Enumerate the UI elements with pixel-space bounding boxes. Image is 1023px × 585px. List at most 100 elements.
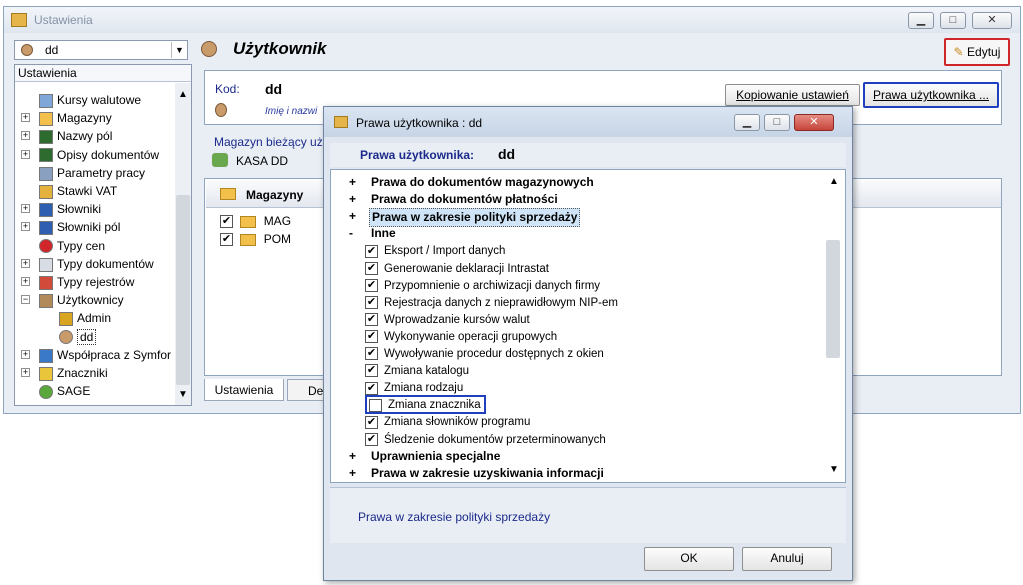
tree-item[interactable]: + Typy rejestrów — [15, 273, 175, 291]
expand-icon[interactable]: + — [349, 174, 356, 191]
tree-item[interactable]: Stawki VAT — [15, 182, 175, 200]
expand-toggle[interactable]: + — [21, 277, 30, 286]
checkbox[interactable]: ✔ — [365, 381, 378, 395]
expand-icon[interactable]: + — [349, 465, 356, 482]
tree-item[interactable]: Typy cen — [15, 237, 175, 255]
expand-icon[interactable]: + — [349, 208, 356, 225]
tree-item-label: Nazwy pól — [57, 129, 113, 144]
highlight-box: Zmiana znacznika — [365, 395, 486, 415]
checkbox[interactable]: ✔ — [365, 415, 378, 429]
tree-item-label: Słowniki — [57, 202, 102, 217]
scroll-down-arrow[interactable]: ▼ — [829, 464, 839, 475]
tree-item[interactable]: − Użytkownicy — [15, 291, 175, 309]
name-field-placeholder[interactable]: Imię i nazwi — [265, 106, 317, 117]
chevron-down-icon[interactable]: ▼ — [171, 42, 187, 58]
copy-settings-button[interactable]: Kopiowanie ustawień — [725, 84, 860, 106]
rights-item-label: Wywoływanie procedur dostępnych z okien — [384, 348, 604, 360]
scroll-thumb[interactable] — [826, 240, 840, 358]
collapse-icon[interactable]: - — [349, 225, 353, 242]
description-box: Prawa w zakresie polityki sprzedaży — [330, 487, 846, 543]
user-rights-dialog: Prawa użytkownika : dd ▁ □ ✕ Prawa użytk… — [323, 106, 853, 581]
tree-item[interactable]: Kursy walutowe — [15, 91, 175, 109]
tree-item[interactable]: + Nazwy pól — [15, 127, 175, 145]
tree-scrollbar[interactable]: ▲ ▼ — [175, 83, 191, 405]
scroll-thumb[interactable] — [176, 195, 190, 385]
tree-item-label: Opisy dokumentów — [57, 147, 160, 162]
warehouse-row[interactable]: ✔ MAG — [220, 214, 291, 229]
checkbox[interactable]: ✔ — [365, 347, 378, 361]
expand-toggle[interactable]: + — [21, 349, 30, 359]
computer-icon — [39, 166, 53, 181]
expand-icon[interactable]: + — [349, 448, 356, 465]
user-rights-button[interactable]: Prawa użytkownika ... — [863, 82, 999, 108]
minimize-button[interactable]: ▁ — [908, 12, 934, 29]
tree-item[interactable]: SAGE — [15, 382, 175, 400]
tree-item[interactable]: + Współpraca z Symfor — [15, 346, 175, 364]
scroll-up-arrow[interactable]: ▲ — [829, 176, 839, 187]
expand-toggle[interactable]: + — [21, 149, 30, 159]
rights-group-label: Uprawnienia specjalne — [371, 448, 501, 463]
tree-item[interactable]: + Opisy dokumentów — [15, 146, 175, 164]
warehouse-label: Magazyn bieżący użyt — [214, 135, 333, 149]
tree-item[interactable]: + Magazyny — [15, 109, 175, 127]
tab-ustawienia[interactable]: Ustawienia — [204, 379, 284, 401]
key-icon — [59, 312, 73, 327]
tree-item[interactable]: + Słowniki — [15, 200, 175, 218]
user-icon — [21, 44, 33, 56]
expand-toggle[interactable]: + — [21, 113, 30, 123]
az-icon — [39, 148, 53, 163]
expand-toggle[interactable]: + — [21, 258, 30, 268]
close-button[interactable]: ✕ — [794, 114, 834, 131]
rights-scrollbar[interactable]: ▲ ▼ — [823, 170, 845, 482]
tree-item-label: Kursy walutowe — [57, 93, 142, 107]
cancel-button[interactable]: Anuluj — [742, 547, 832, 571]
tree-item[interactable]: + Typy dokumentów — [15, 255, 175, 273]
checkbox[interactable]: ✔ — [365, 278, 378, 292]
expand-toggle[interactable]: + — [21, 368, 30, 377]
rights-item-wrap: ✔ Wprowadzanie kursów walut — [365, 311, 530, 328]
user-combo-value: dd — [45, 43, 59, 57]
tree-item[interactable]: dd — [15, 328, 175, 346]
scroll-up-arrow[interactable]: ▲ — [178, 89, 188, 100]
checkbox[interactable]: ✔ — [365, 296, 378, 310]
checkbox[interactable]: ✔ — [365, 313, 378, 327]
tree-item-label: Współpraca z Symfor — [57, 347, 172, 362]
ok-button[interactable]: OK — [644, 547, 734, 571]
tree-item[interactable]: + Znaczniki — [15, 364, 175, 382]
edit-button[interactable]: ✎ Edytuj — [944, 38, 1010, 66]
rights-item-wrap: ✔ Wywoływanie procedur dostępnych z okien — [365, 345, 604, 362]
checkbox[interactable]: ✔ — [365, 364, 378, 378]
tree-item-label: Typy rejestrów — [57, 275, 135, 289]
expand-toggle[interactable]: + — [21, 222, 30, 232]
close-button[interactable]: ✕ — [972, 12, 1012, 29]
scroll-down-arrow[interactable]: ▼ — [178, 389, 188, 400]
warehouse-row[interactable]: ✔ POM — [220, 232, 291, 247]
tree-item[interactable]: Admin — [15, 309, 175, 327]
checkbox[interactable]: ✔ — [365, 261, 378, 275]
document-icon — [39, 257, 53, 272]
rights-item-wrap: ✔ Generowanie deklaracji Intrastat — [365, 260, 549, 277]
user-combo[interactable]: dd ▼ — [14, 40, 188, 60]
rights-item-label: Wprowadzanie kursów walut — [384, 313, 530, 326]
checkbox[interactable]: ✔ — [365, 432, 378, 446]
app-icon — [334, 116, 348, 128]
maximize-button[interactable]: □ — [764, 114, 790, 131]
rights-group-label: Inne — [371, 226, 396, 241]
tree-header: Ustawienia — [15, 65, 191, 82]
maximize-button[interactable]: □ — [940, 12, 966, 29]
checkbox[interactable]: ✔ — [365, 330, 378, 344]
tree-item[interactable]: + Słowniki pól — [15, 218, 175, 236]
minimize-button[interactable]: ▁ — [734, 114, 760, 131]
expand-icon[interactable]: + — [349, 191, 356, 208]
expand-toggle[interactable]: + — [21, 131, 30, 141]
kod-value: dd — [265, 81, 283, 97]
expand-toggle[interactable]: − — [21, 295, 30, 305]
tree-item[interactable]: Parametry pracy — [15, 164, 175, 182]
checkbox[interactable]: ✔ — [220, 215, 233, 229]
checkbox[interactable]: ✔ — [220, 233, 233, 247]
expand-toggle[interactable]: + — [21, 204, 30, 214]
checkbox[interactable] — [369, 398, 382, 412]
user-icon — [59, 330, 73, 345]
tree-item-label: Typy cen — [57, 238, 106, 253]
checkbox[interactable]: ✔ — [365, 244, 378, 258]
